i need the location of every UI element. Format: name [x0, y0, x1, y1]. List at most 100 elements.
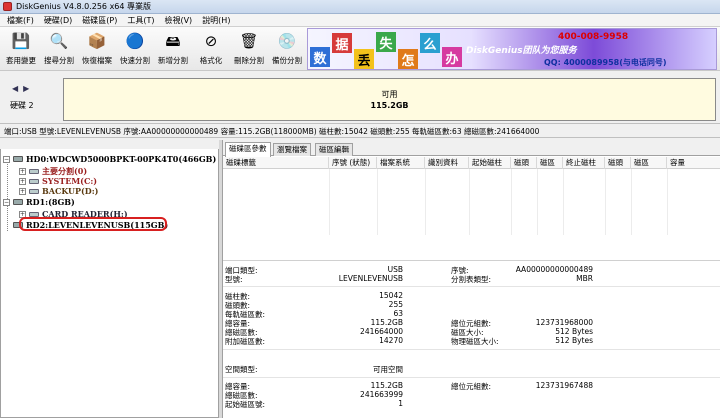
next-disk-icon[interactable]: ▶: [23, 84, 29, 93]
column-header[interactable]: 磁區: [537, 157, 563, 169]
grid-line: [377, 169, 378, 235]
column-header[interactable]: 磁碟標籤: [223, 157, 329, 169]
backup-partition-button[interactable]: 💿 備份分割: [268, 30, 306, 68]
detail-panel: 磁碟區參數 瀏覽檔案 磁區編輯 磁碟標籤 序號 (狀態) 檔案系統 識別資料 起…: [222, 140, 720, 418]
selection-highlight: [19, 217, 167, 231]
prop-value: USB: [387, 265, 403, 274]
menu-tools[interactable]: 工具(T): [122, 14, 159, 27]
tab-browse-files[interactable]: 瀏覽檔案: [273, 143, 311, 156]
grid-line: [631, 169, 632, 235]
menu-file[interactable]: 檔案(F): [2, 14, 39, 27]
app-icon: [3, 2, 12, 11]
prop-value: 123731967488: [535, 381, 593, 390]
banner-char: 据: [332, 33, 352, 53]
expand-icon[interactable]: +: [19, 177, 26, 185]
grid-line: [425, 169, 426, 235]
partition-icon: [29, 211, 39, 217]
search-icon: 🔍: [49, 32, 69, 50]
prop-value: LEVENLEVENUSB: [338, 274, 403, 283]
new-partition-button[interactable]: 🖴 新增分割: [154, 30, 192, 68]
grid-line: [605, 169, 606, 235]
prop-label: 附加磁區數:: [225, 337, 266, 346]
expand-icon[interactable]: +: [19, 168, 26, 175]
prop-label: 起始磁區號:: [225, 400, 266, 409]
menu-bar: 檔案(F) 硬碟(D) 磁碟區(P) 工具(T) 檢視(V) 說明(H): [0, 14, 720, 27]
prop-value: 123731968000: [535, 318, 593, 327]
new-partition-icon: 🖴: [165, 32, 181, 50]
tree-node-hd0[interactable]: − HD0:WDCWD5000BPKT-00PK4T0(466GB): [3, 154, 216, 164]
banner-char: 丢: [354, 49, 374, 69]
column-header[interactable]: 容量: [667, 157, 720, 169]
partition-table: 磁碟標籤 序號 (狀態) 檔案系統 識別資料 起始磁柱 磁頭 磁區 終止磁柱 磁…: [223, 157, 720, 235]
table-header: 磁碟標籤 序號 (狀態) 檔案系統 識別資料 起始磁柱 磁頭 磁區 終止磁柱 磁…: [223, 157, 720, 169]
partition-icon: [29, 178, 39, 184]
column-header[interactable]: 磁頭: [511, 157, 537, 169]
delete-icon: 🗑: [239, 32, 259, 50]
divider: [223, 286, 720, 287]
disk-info-line: 端口:USB 型號:LEVENLEVENUSB 序號:AA00000000000…: [0, 125, 720, 138]
column-header[interactable]: 檔案系統: [377, 157, 425, 169]
partition-title: 可用: [381, 89, 398, 99]
prop-value: 241664000: [360, 327, 403, 336]
column-header[interactable]: 序號 (狀態): [329, 157, 377, 169]
grid-line: [563, 169, 564, 235]
free-space-block[interactable]: 可用 115.2GB: [63, 78, 716, 121]
menu-partition[interactable]: 磁碟區(P): [77, 14, 122, 27]
save-icon: 💾: [11, 32, 31, 50]
save-changes-button[interactable]: 💾 套用變更: [2, 30, 40, 68]
tree-node-rd1[interactable]: − RD1:(8GB): [3, 197, 75, 207]
banner-brand: DiskGenius团队为您服务: [466, 46, 577, 56]
column-header[interactable]: 起始磁柱: [469, 157, 511, 169]
collapse-icon[interactable]: −: [3, 198, 10, 206]
expand-icon[interactable]: +: [19, 187, 26, 195]
prop-value: AA00000000000489: [515, 265, 593, 274]
quick-partition-button[interactable]: 🔵 快速分割: [116, 30, 154, 68]
search-partition-button[interactable]: 🔍 搜尋分割: [40, 30, 78, 68]
recover-icon: 📦: [87, 32, 107, 50]
column-header[interactable]: 識別資料: [425, 157, 469, 169]
prop-value: 512 Bytes: [555, 336, 593, 345]
grid-line: [537, 169, 538, 235]
prop-value: 255: [388, 300, 403, 309]
disk-icon: [13, 199, 23, 205]
collapse-icon[interactable]: −: [3, 155, 10, 163]
banner-phone: 400-008-9958: [558, 32, 629, 42]
menu-disk[interactable]: 硬碟(D): [39, 14, 77, 27]
menu-help[interactable]: 說明(H): [197, 14, 235, 27]
menu-view[interactable]: 檢視(V): [159, 14, 197, 27]
prop-value: 63: [393, 309, 403, 318]
disk-icon: [13, 156, 23, 162]
prop-value: 512 Bytes: [555, 327, 593, 336]
column-header[interactable]: 磁頭: [605, 157, 631, 169]
banner-char: 数: [310, 47, 330, 67]
banner-ad[interactable]: 数 据 丢 失 怎 么 办 DiskGenius团队为您服务 400-008-9…: [307, 28, 717, 70]
tab-sector-editor[interactable]: 磁區編輯: [315, 143, 353, 156]
partition-icon: [29, 169, 39, 174]
prop-value: 115.2GB: [370, 381, 403, 390]
banner-qq: QQ: 4000089958(与电话同号): [544, 58, 667, 67]
format-icon: ⊘: [204, 32, 218, 50]
tree-node-system[interactable]: + SYSTEM(C:): [19, 176, 97, 186]
disk-tree: − HD0:WDCWD5000BPKT-00PK4T0(466GB) + 主要分…: [0, 149, 219, 418]
prop-value: MBR: [576, 274, 593, 283]
column-header[interactable]: 磁區: [631, 157, 667, 169]
prev-disk-icon[interactable]: ◀: [12, 84, 18, 93]
disk-nav: ◀ ▶: [12, 84, 29, 93]
prop-value: 115.2GB: [370, 318, 403, 327]
column-header[interactable]: 終止磁柱: [563, 157, 605, 169]
banner-char: 办: [442, 47, 462, 67]
grid-line: [667, 169, 668, 235]
recover-files-button[interactable]: 📦 恢復檔案: [78, 30, 116, 68]
tab-partition-params[interactable]: 磁碟區參數: [225, 142, 271, 157]
format-button[interactable]: ⊘ 格式化: [192, 30, 230, 68]
delete-partition-button[interactable]: 🗑 刪除分割: [230, 30, 268, 68]
title-bar: DiskGenius V4.8.0.256 x64 專業版: [0, 0, 720, 14]
partition-icon: [29, 188, 39, 194]
quick-partition-icon: 🔵: [125, 32, 145, 50]
prop-label: 物理磁區大小:: [451, 337, 499, 346]
backup-icon: 💿: [277, 32, 297, 50]
banner-char: 么: [420, 33, 440, 53]
tree-node-backup[interactable]: + BACKUP(D:): [19, 186, 98, 196]
prop-label: 型號:: [225, 275, 243, 284]
prop-label: 總位元組數:: [451, 382, 492, 391]
